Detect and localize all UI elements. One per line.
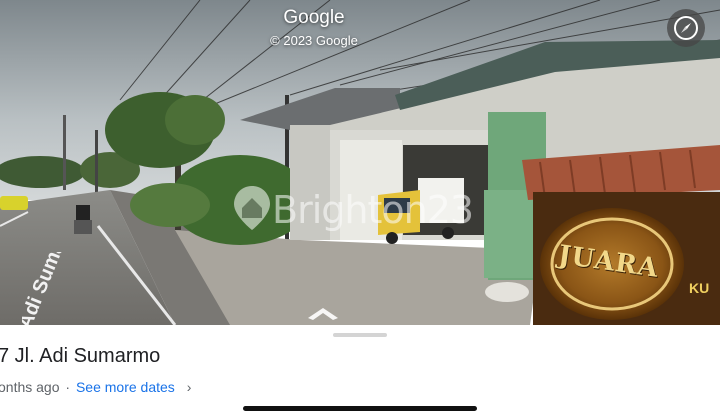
home-indicator [243, 406, 477, 411]
road-marking-text: Adi Sumarmo [22, 252, 83, 325]
capture-age: onths ago [0, 379, 60, 395]
watermark-text: Brighton23 [272, 188, 474, 232]
street-view-title: Google [283, 7, 345, 28]
see-more-dates-link[interactable]: See more dates [76, 379, 175, 395]
chevron-up-icon[interactable] [306, 304, 340, 322]
sign-suffix: KU [689, 280, 710, 296]
road-marking: Adi Sumarmo [22, 252, 83, 325]
street-view-panorama[interactable]: Google © 2023 Google Brighton23 JUARA KU… [0, 0, 720, 325]
chevron-right-icon[interactable]: › [187, 379, 192, 395]
sheet-grabber[interactable] [333, 333, 387, 337]
place-address: 7 Jl. Adi Sumarmo [0, 345, 161, 367]
capture-date-row: onths ago · See more dates › [0, 379, 191, 395]
watermark: Brighton23 [232, 180, 492, 240]
compass-icon [674, 16, 698, 40]
separator: · [65, 379, 71, 395]
copyright-text: © 2023 Google [270, 33, 358, 48]
compass-button[interactable] [667, 9, 705, 47]
